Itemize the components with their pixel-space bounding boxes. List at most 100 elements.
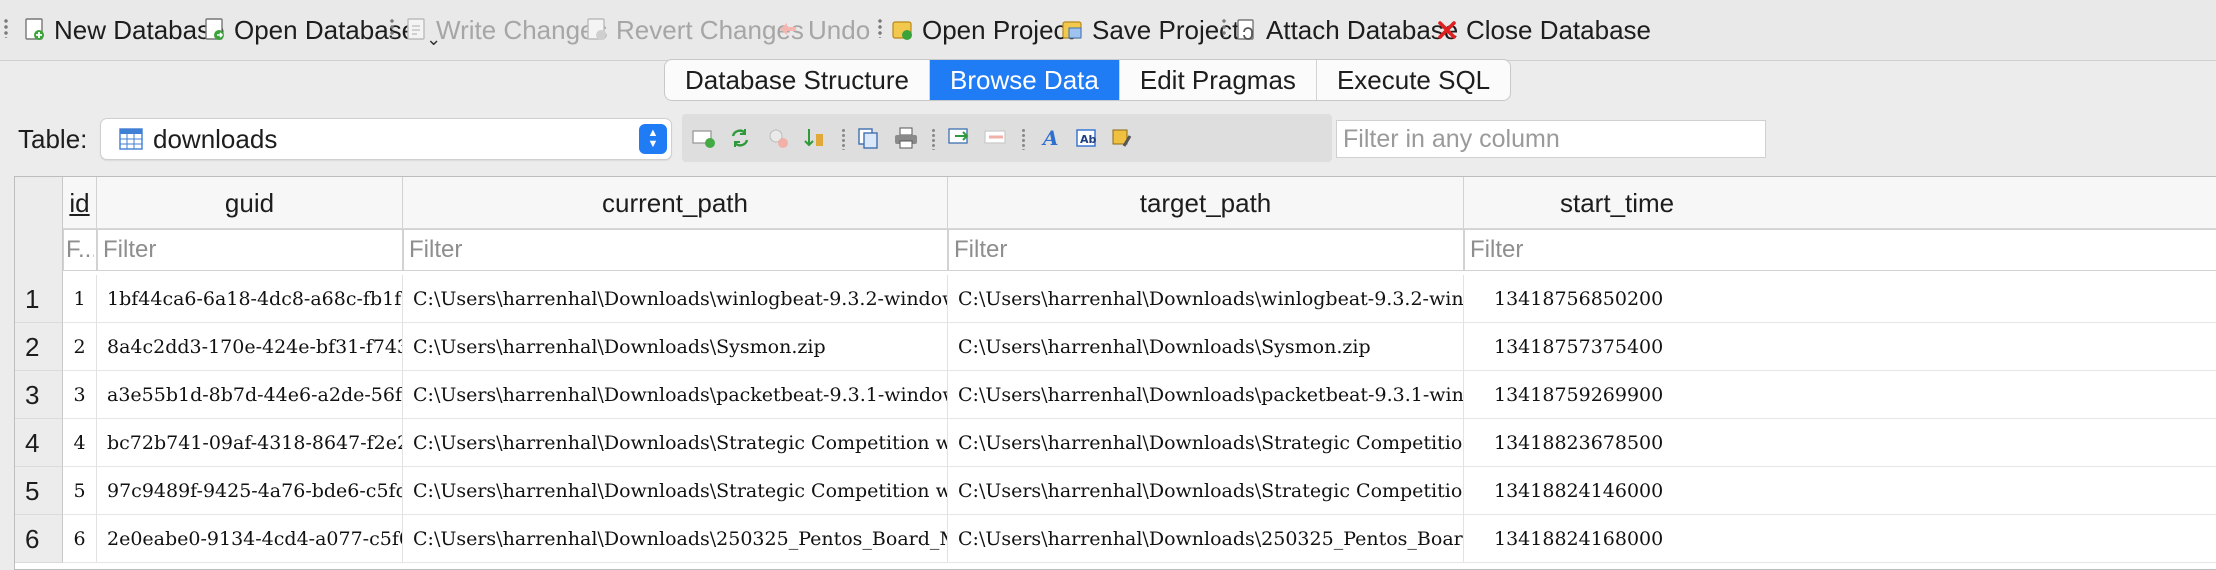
cell-id[interactable]: 6 xyxy=(63,515,97,563)
write-changes-icon xyxy=(404,17,430,43)
cell-id[interactable]: 4 xyxy=(63,419,97,467)
cell-guid[interactable]: 2e0eabe0-9134-4cd4-a077-c5f0f60408f2 xyxy=(97,515,403,563)
cell-guid[interactable]: bc72b741-09af-4318-8647-f2e2b17ad84a xyxy=(97,419,403,467)
save-project-button[interactable]: Save Project xyxy=(1060,10,1239,50)
close-database-label: Close Database xyxy=(1466,14,1651,45)
open-project-button[interactable]: Open Project xyxy=(890,10,1074,50)
conditional-format-icon[interactable] xyxy=(1108,124,1136,152)
cell-guid[interactable]: 1bf44ca6-6a18-4dc8-a68c-fb1f2688e69d xyxy=(97,275,403,323)
table-action-toolbar: A Ab xyxy=(682,114,1332,162)
cell-guid[interactable]: a3e55b1d-8b7d-44e6-a2de-56fe977a1c82 xyxy=(97,371,403,419)
cell-guid[interactable]: 97c9489f-9425-4a76-bde6-c5fde7265c1a xyxy=(97,467,403,515)
attach-database-label: Attach Database xyxy=(1266,14,1459,45)
cell-target-path[interactable]: C:\Users\harrenhal\Downloads\winlogbeat-… xyxy=(948,275,1464,323)
delete-record-icon[interactable] xyxy=(764,124,792,152)
cell-start-time[interactable]: 13418824168000 xyxy=(1464,515,2216,563)
filter-current-path-input[interactable] xyxy=(403,229,948,271)
cell-target-path[interactable]: C:\Users\harrenhal\Downloads\250325_Pent… xyxy=(948,515,1464,563)
selected-table-name: downloads xyxy=(153,123,278,154)
main-tabs: Database Structure Browse Data Edit Prag… xyxy=(664,59,1512,101)
tab-edit-pragmas[interactable]: Edit Pragmas xyxy=(1120,60,1317,100)
cell-start-time[interactable]: 13418824146000 xyxy=(1464,467,2216,515)
revert-changes-icon xyxy=(584,17,610,43)
tab-database-structure[interactable]: Database Structure xyxy=(665,60,931,100)
tab-browse-data[interactable]: Browse Data xyxy=(930,60,1120,100)
cell-id[interactable]: 2 xyxy=(63,323,97,371)
filter-any-column-input[interactable] xyxy=(1336,120,1766,158)
cell-id[interactable]: 3 xyxy=(63,371,97,419)
row-number[interactable]: 6 xyxy=(15,515,63,563)
toolbar-separator xyxy=(878,18,882,38)
cell-target-path[interactable]: C:\Users\harrenhal\Downloads\Sysmon.zip xyxy=(948,323,1464,371)
open-project-label: Open Project xyxy=(922,14,1074,45)
font-icon[interactable]: A xyxy=(1036,124,1064,152)
filter-guid-input[interactable] xyxy=(97,229,403,271)
row-number[interactable]: 5 xyxy=(15,467,63,515)
write-changes-button[interactable]: Write Changes xyxy=(404,10,608,50)
format-icon[interactable]: Ab xyxy=(1072,124,1100,152)
row-number[interactable]: 2 xyxy=(15,323,63,371)
strip-separator xyxy=(842,128,845,150)
undo-button[interactable]: Undo xyxy=(776,10,870,50)
select-stepper-icon[interactable]: ▲ ▼ xyxy=(639,124,667,154)
import-icon[interactable] xyxy=(946,124,974,152)
column-header-current-path[interactable]: current_path xyxy=(403,177,948,229)
cell-guid[interactable]: 8a4c2dd3-170e-424e-bf31-f743c512b043 xyxy=(97,323,403,371)
close-database-button[interactable]: Close Database xyxy=(1434,10,1651,50)
cell-id[interactable]: 1 xyxy=(63,275,97,323)
table-select[interactable]: downloads ▲ ▼ xyxy=(100,118,672,160)
column-header-id[interactable]: id xyxy=(63,177,97,229)
new-database-button[interactable]: New Database xyxy=(22,10,225,50)
cell-target-path[interactable]: C:\Users\harrenhal\Downloads\Strategic C… xyxy=(948,467,1464,515)
filter-id-input[interactable] xyxy=(63,229,97,271)
cell-current-path[interactable]: C:\Users\harrenhal\Downloads\Strategic C… xyxy=(403,467,948,515)
cell-current-path[interactable]: C:\Users\harrenhal\Downloads\Sysmon.zip xyxy=(403,323,948,371)
open-project-icon xyxy=(890,17,916,43)
row-number[interactable]: 3 xyxy=(15,371,63,419)
cell-current-path[interactable]: C:\Users\harrenhal\Downloads\packetbeat-… xyxy=(403,371,948,419)
column-header-target-path[interactable]: target_path xyxy=(948,177,1464,229)
strip-separator xyxy=(932,128,935,150)
cell-target-path[interactable]: C:\Users\harrenhal\Downloads\packetbeat-… xyxy=(948,371,1464,419)
filter-target-path-input[interactable] xyxy=(948,229,1464,271)
cell-current-path[interactable]: C:\Users\harrenhal\Downloads\250325_Pent… xyxy=(403,515,948,563)
cell-current-path[interactable]: C:\Users\harrenhal\Downloads\winlogbeat-… xyxy=(403,275,948,323)
cell-start-time[interactable]: 13418759269900 xyxy=(1464,371,2216,419)
cell-id[interactable]: 5 xyxy=(63,467,97,515)
row-number[interactable]: 4 xyxy=(15,419,63,467)
table-label: Table: xyxy=(18,124,88,154)
strip-separator xyxy=(1022,128,1025,150)
new-database-label: New Database xyxy=(54,14,225,45)
cell-target-path[interactable]: C:\Users\harrenhal\Downloads\Strategic C… xyxy=(948,419,1464,467)
cell-start-time[interactable]: 13418823678500 xyxy=(1464,419,2216,467)
save-project-label: Save Project xyxy=(1092,14,1240,45)
filter-start-time-input[interactable] xyxy=(1464,229,2216,271)
grid-corner xyxy=(15,177,63,277)
column-header-guid[interactable]: guid xyxy=(97,177,403,229)
copy-icon[interactable] xyxy=(854,124,882,152)
table-icon xyxy=(119,127,143,151)
close-icon xyxy=(1434,17,1460,43)
svg-text:A: A xyxy=(1041,126,1059,150)
toolbar-separator xyxy=(1222,18,1226,38)
refresh-icon[interactable] xyxy=(726,124,754,152)
undo-label: Undo xyxy=(808,14,871,45)
insert-record-icon[interactable] xyxy=(690,124,718,152)
sort-icon[interactable] xyxy=(800,124,828,152)
main-toolbar: New Database Open Database ⌄ Write Chang… xyxy=(0,0,2216,61)
column-header-start-time[interactable]: start_time xyxy=(1464,177,2216,229)
print-icon[interactable] xyxy=(892,124,920,152)
attach-database-icon xyxy=(1234,17,1260,43)
row-number[interactable]: 1 xyxy=(15,275,63,323)
cell-current-path[interactable]: C:\Users\harrenhal\Downloads\Strategic C… xyxy=(403,419,948,467)
open-database-icon xyxy=(202,17,228,43)
export-icon[interactable] xyxy=(982,124,1010,152)
attach-database-button[interactable]: Attach Database xyxy=(1234,10,1458,50)
cell-start-time[interactable]: 13418757375400 xyxy=(1464,323,2216,371)
svg-text:Ab: Ab xyxy=(1080,133,1097,146)
tab-execute-sql[interactable]: Execute SQL xyxy=(1317,60,1510,100)
revert-changes-button[interactable]: Revert Changes xyxy=(584,10,804,50)
cell-start-time[interactable]: 13418756850200 xyxy=(1464,275,2216,323)
save-project-icon xyxy=(1060,17,1086,43)
data-grid: id guid current_path target_path start_t… xyxy=(14,176,2216,570)
